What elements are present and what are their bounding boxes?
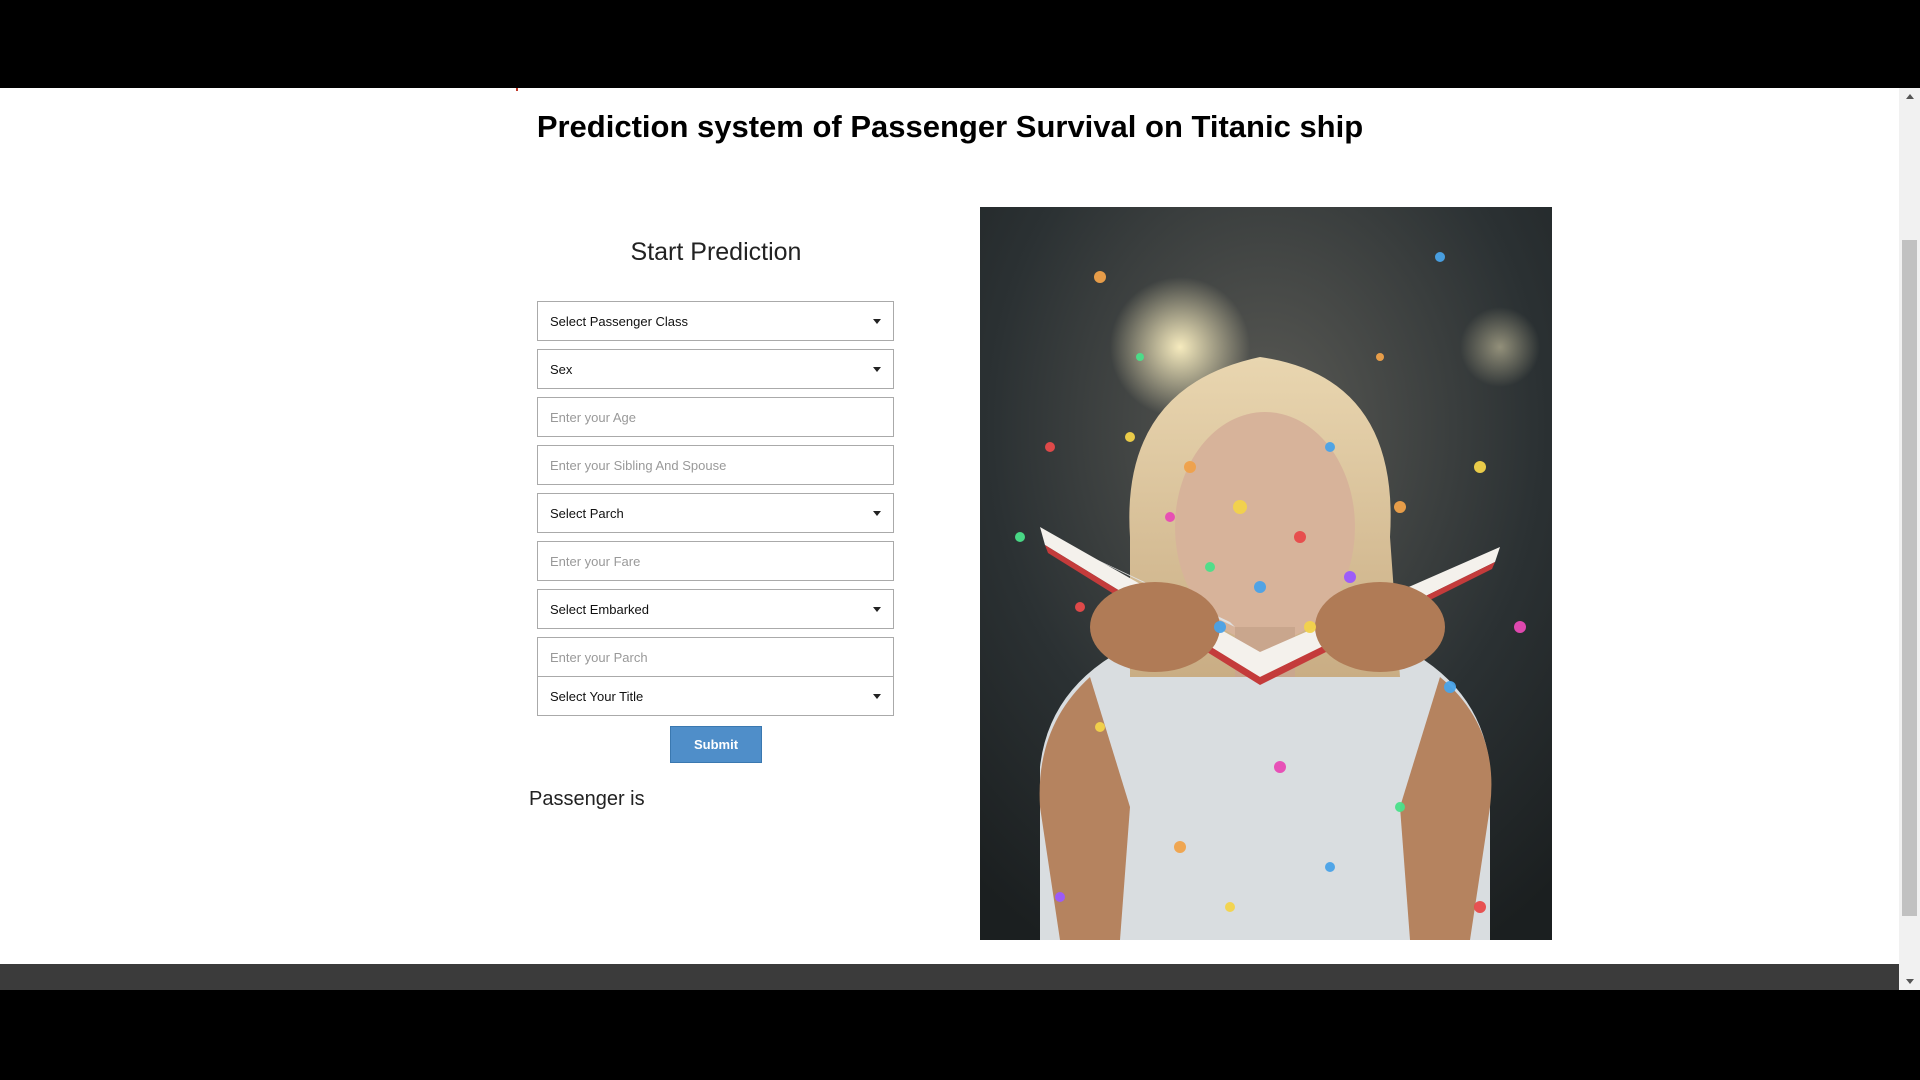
hero-image bbox=[980, 207, 1552, 940]
parch-input-placeholder: Enter your Parch bbox=[550, 649, 648, 665]
embarked-select-value: Select Embarked bbox=[550, 601, 649, 617]
title-select-value: Select Your Title bbox=[550, 688, 644, 704]
sex-select-value: Sex bbox=[550, 361, 573, 377]
page-viewport: Prediction system of Passenger Survival … bbox=[0, 88, 1899, 964]
scrollbar-thumb[interactable] bbox=[1902, 240, 1917, 916]
triangle-up-icon bbox=[1905, 94, 1914, 99]
footer-bar bbox=[0, 964, 1899, 990]
vertical-scrollbar[interactable] bbox=[1899, 88, 1920, 990]
sex-select[interactable]: Sex bbox=[537, 349, 894, 389]
chevron-down-icon bbox=[873, 318, 881, 324]
chevron-down-icon bbox=[873, 693, 881, 699]
prediction-result-label: Passenger is bbox=[529, 788, 645, 810]
red-mark bbox=[516, 88, 518, 91]
sibling-spouse-input[interactable]: Enter your Sibling And Spouse bbox=[537, 445, 894, 485]
submit-button[interactable]: Submit bbox=[670, 726, 762, 763]
bottom-black-band bbox=[0, 990, 1920, 1080]
fare-input[interactable]: Enter your Fare bbox=[537, 541, 894, 581]
age-input[interactable]: Enter your Age bbox=[537, 397, 894, 437]
parch-select-value: Select Parch bbox=[550, 505, 624, 521]
form-heading: Start Prediction bbox=[630, 238, 802, 266]
chevron-down-icon bbox=[873, 366, 881, 372]
hero-image-graphic bbox=[980, 207, 1552, 940]
passenger-class-select-value: Select Passenger Class bbox=[550, 313, 689, 329]
parch-select[interactable]: Select Parch bbox=[537, 493, 894, 533]
chevron-down-icon bbox=[873, 510, 881, 516]
scroll-down-arrow-icon[interactable] bbox=[1899, 973, 1920, 990]
passenger-class-select[interactable]: Select Passenger Class bbox=[537, 301, 894, 341]
top-black-band bbox=[0, 0, 1920, 88]
page-title: Prediction system of Passenger Survival … bbox=[536, 109, 1364, 144]
age-input-placeholder: Enter your Age bbox=[550, 409, 636, 425]
triangle-down-icon bbox=[1905, 979, 1914, 984]
parch-input[interactable]: Enter your Parch bbox=[537, 637, 894, 677]
fare-input-placeholder: Enter your Fare bbox=[550, 553, 641, 569]
embarked-select[interactable]: Select Embarked bbox=[537, 589, 894, 629]
title-select[interactable]: Select Your Title bbox=[537, 676, 894, 716]
chevron-down-icon bbox=[873, 606, 881, 612]
scroll-up-arrow-icon[interactable] bbox=[1899, 88, 1920, 105]
sibling-spouse-input-placeholder: Enter your Sibling And Spouse bbox=[550, 457, 727, 473]
